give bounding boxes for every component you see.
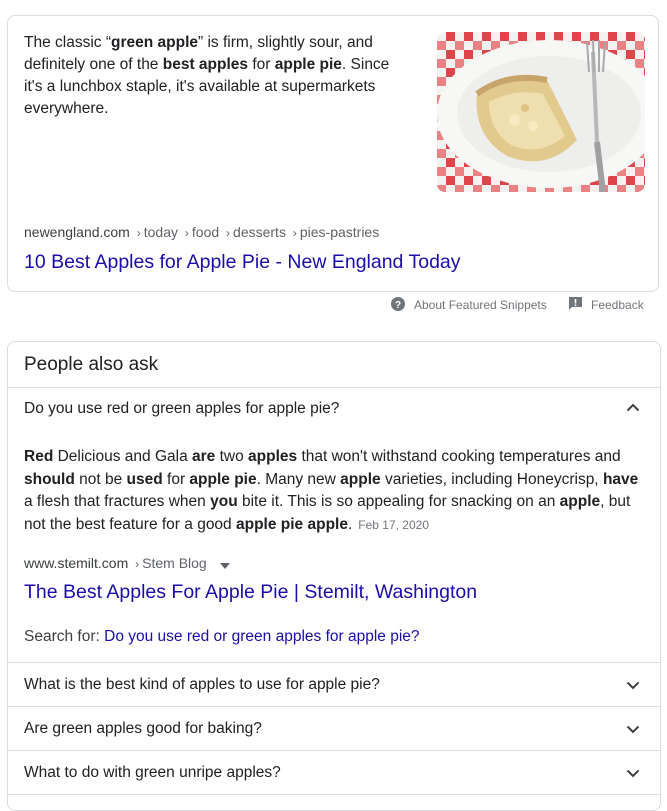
breadcrumb-item: pies-pastries [299,224,380,240]
feedback-label: Feedback [591,298,644,312]
answer-text-run: should [24,470,75,488]
snippet-breadcrumb: newengland.com › today › food › desserts › p… [24,224,379,240]
divider [8,794,660,795]
answer-date: Feb 17, 2020 [358,517,430,532]
snippet-text-run: green apple [111,34,198,51]
answer-text-run: used [126,470,163,488]
answer-text-run: Delicious and Gala [53,448,193,465]
search-for-label: Search for: [24,628,100,645]
divider [8,387,660,388]
breadcrumb-separator: › [136,226,141,240]
snippet-text: The classic “green apple” is firm, sligh… [24,32,402,120]
breadcrumb-separator: › [292,226,297,240]
answer-text-run: you [210,493,238,510]
chevron-up-icon [626,403,640,412]
answer-text-run: apple pie [189,470,257,488]
paa-question-text: Do you use red or green apples for apple… [24,400,340,417]
source-domain: www.stemilt.com [24,555,129,571]
answer-source-url: www.stemilt.com › Stem Blog [24,555,230,572]
chevron-down-icon [626,681,640,690]
answer-text-run: apple [559,493,601,510]
answer-result-link[interactable]: The Best Apples For Apple Pie | Stemilt,… [24,579,477,605]
chevron-down-icon [626,725,640,734]
svg-text:?: ? [395,300,401,311]
divider [8,662,660,663]
breadcrumb-domain: newengland.com [24,224,130,240]
feedback-link[interactable]: Feedback [569,297,644,313]
answer-text-run: not be [74,470,127,488]
snippet-text-run: The classic “ [24,34,111,51]
caret-down-icon[interactable] [219,556,230,572]
snippet-text-run: apple pie [274,56,342,73]
breadcrumb-item: desserts [233,224,286,240]
source-path: Stem Blog [142,555,207,571]
chevron-down-icon [626,769,640,778]
answer-text-run: . [347,515,353,533]
help-icon: ? [391,296,405,314]
paa-question-text: Are green apples good for baking? [24,720,262,737]
divider [8,750,660,751]
about-featured-snippets-link[interactable]: ? About Featured Snippets [391,296,547,314]
featured-snippet-card: The classic “green apple” is firm, sligh… [7,15,659,292]
answer-text-run: are [192,448,216,465]
paa-question-text: What is the best kind of apples to use f… [24,676,380,693]
paa-heading: People also ask [24,354,159,375]
breadcrumb-separator: › [184,226,189,240]
answer-text-run: two [215,448,249,465]
answer-text-run: apples [248,448,298,465]
snippet-result-link[interactable]: 10 Best Apples for Apple Pie - New Engla… [24,249,461,275]
answer-text-run: . Many new [256,470,341,488]
people-also-ask-panel: People also ask Do you use red or green … [7,341,661,811]
answer-text-run: that won't withstand cooking temperature… [297,448,621,465]
answer-text-run: apple pie apple [235,515,348,533]
paa-question-text: What to do with green unripe apples? [24,764,281,781]
apple-pie-slice-photo-icon [437,32,645,192]
answer-text-run: bite it. This is so appealing for snacki… [237,493,560,510]
answer-text-run: varieties, including Honeycrisp, [380,470,603,488]
answer-text-run: Red [24,448,54,465]
answer-text-run: a flesh that fractures when [24,493,211,510]
search-for-link[interactable]: Do you use red or green apples for apple… [104,628,419,645]
answer-text-run: have [602,470,639,488]
breadcrumb-item: food [191,224,220,240]
feedback-icon [569,297,582,313]
divider [8,706,660,707]
snippet-image[interactable] [437,32,645,192]
paa-answer: Red Delicious and Gala are two apples th… [24,446,644,536]
snippet-text-run: best apples [162,56,249,73]
answer-text-run: for [162,470,190,488]
breadcrumb-separator: › [135,557,140,571]
breadcrumb-separator: › [226,226,231,240]
about-label: About Featured Snippets [414,298,547,312]
answer-text-run: apple [340,470,381,488]
snippet-text-run: for [248,56,275,73]
breadcrumb-item: today [143,224,178,240]
search-for-row: Search for: Do you use red or green appl… [24,628,420,646]
